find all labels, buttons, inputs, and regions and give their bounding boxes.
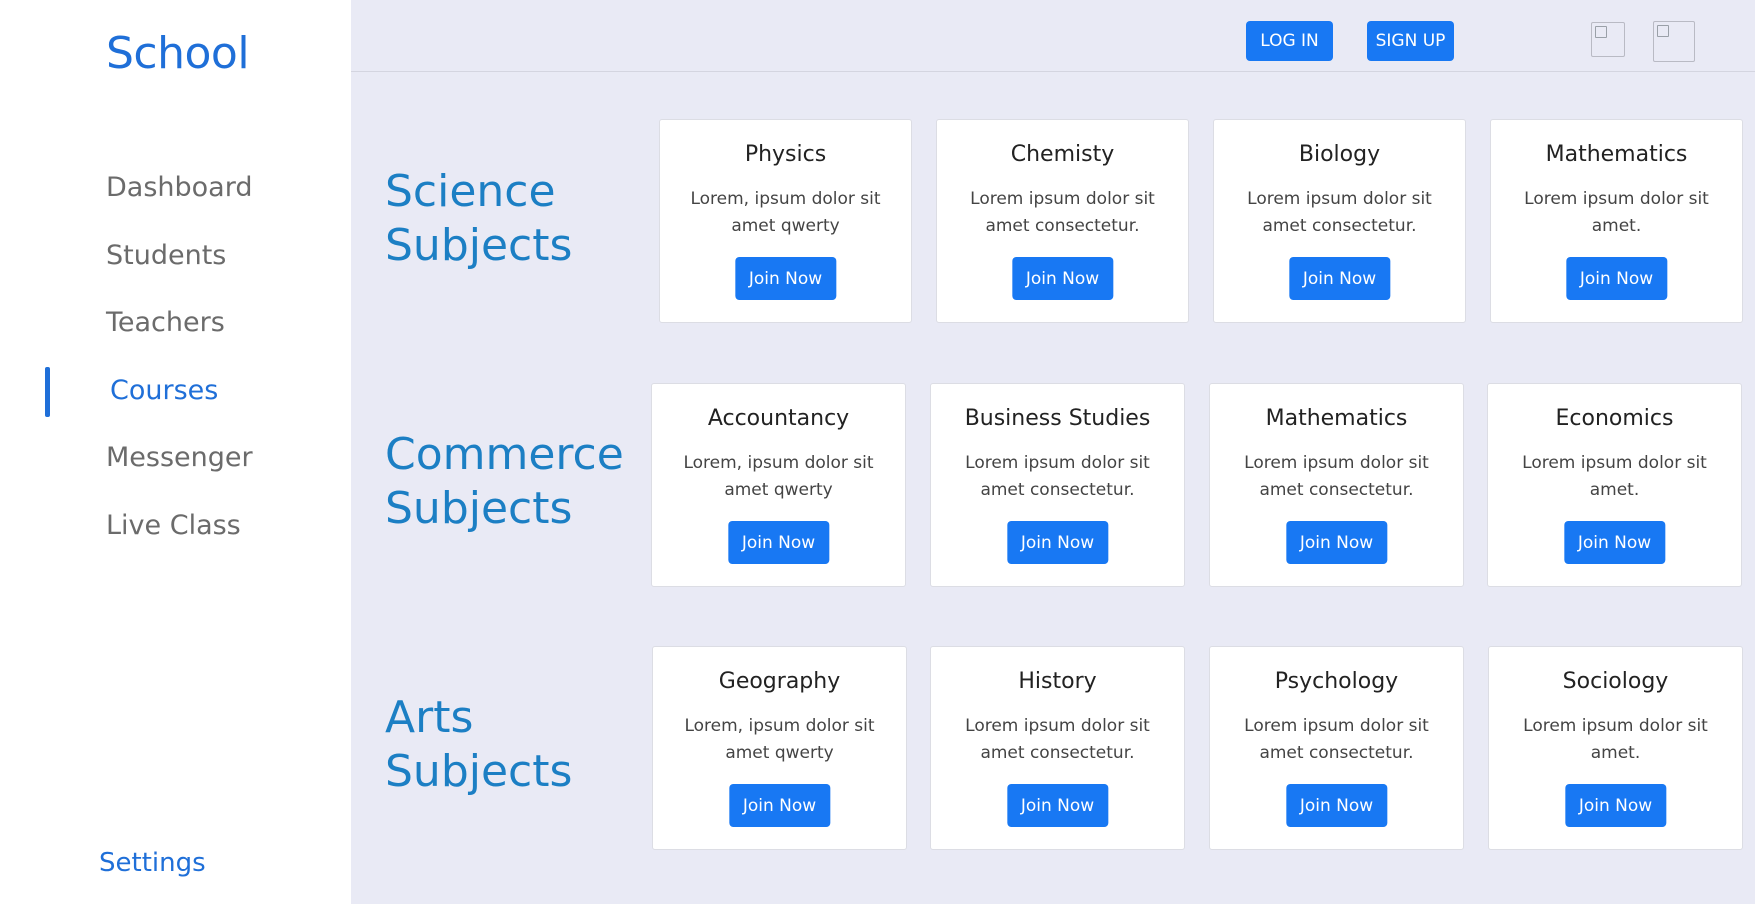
card-description: Lorem, ipsum dolor sit amet qwerty	[684, 186, 887, 240]
join-now-button[interactable]: Join Now	[1006, 784, 1109, 827]
card-description: Lorem ipsum dolor sit amet consectetur.	[955, 450, 1160, 504]
card-title: Chemisty	[1010, 142, 1115, 167]
card-title: Mathematics	[1545, 142, 1688, 167]
sidebar-item-courses[interactable]: Courses	[110, 375, 218, 406]
join-now-button[interactable]: Join Now	[727, 521, 830, 564]
card-description: Lorem ipsum dolor sit amet consectetur.	[1234, 713, 1439, 767]
card-desc-line: amet consectetur.	[980, 480, 1135, 500]
sidebar: School Dashboard Students Teachers Cours…	[0, 0, 351, 904]
join-now-button[interactable]: Join Now	[728, 784, 831, 827]
sidebar-item-messenger[interactable]: Messenger	[106, 442, 253, 473]
card-desc-line: amet consectetur.	[980, 743, 1135, 763]
card-title: Economics	[1555, 406, 1674, 431]
card-description: Lorem ipsum dolor sit amet consectetur.	[1234, 450, 1439, 504]
signup-button[interactable]: SIGN UP	[1367, 21, 1454, 61]
course-card: Biology Lorem ipsum dolor sit amet conse…	[1213, 119, 1466, 323]
section-title-line: Subjects	[385, 220, 573, 271]
section-title-line: Subjects	[385, 483, 573, 534]
section-title-line: Subjects	[385, 746, 573, 797]
card-desc-line: amet qwerty	[731, 216, 840, 236]
course-card: Mathematics Lorem ipsum dolor sit amet. …	[1490, 119, 1743, 323]
join-now-button[interactable]: Join Now	[1285, 784, 1388, 827]
card-title: Psychology	[1274, 669, 1399, 694]
join-now-button[interactable]: Join Now	[1288, 257, 1391, 300]
sidebar-item-live-class[interactable]: Live Class	[106, 510, 241, 541]
card-desc-line: amet qwerty	[724, 480, 833, 500]
course-card: Economics Lorem ipsum dolor sit amet. Jo…	[1487, 383, 1742, 587]
join-now-button[interactable]: Join Now	[1565, 257, 1668, 300]
section-title-line: Science	[385, 166, 556, 217]
card-desc-line: amet consectetur.	[985, 216, 1140, 236]
login-button[interactable]: LOG IN	[1246, 21, 1333, 61]
course-card: Chemisty Lorem ipsum dolor sit amet cons…	[936, 119, 1189, 323]
card-title: Business Studies	[964, 406, 1151, 431]
brand-logo[interactable]: School	[106, 28, 250, 79]
card-desc-line: amet consectetur.	[1262, 216, 1417, 236]
card-desc-line: Lorem ipsum dolor sit	[1522, 453, 1707, 473]
section-title-commerce: Commerce Subjects	[385, 428, 624, 536]
sidebar-item-teachers[interactable]: Teachers	[106, 307, 225, 338]
section-title-line: Commerce	[385, 429, 624, 480]
course-card: Business Studies Lorem ipsum dolor sit a…	[930, 383, 1185, 587]
card-description: Lorem ipsum dolor sit amet.	[1512, 450, 1717, 504]
card-desc-line: Lorem ipsum dolor sit	[1523, 716, 1708, 736]
section-title-line: Arts	[385, 692, 474, 743]
broken-image-icon[interactable]	[1653, 21, 1695, 62]
section-title-arts: Arts Subjects	[385, 691, 572, 799]
join-now-button[interactable]: Join Now	[734, 257, 837, 300]
card-desc-line: Lorem, ipsum dolor sit	[683, 453, 874, 473]
card-desc-line: Lorem ipsum dolor sit	[1247, 189, 1432, 209]
card-desc-line: Lorem ipsum dolor sit	[1524, 189, 1709, 209]
card-description: Lorem ipsum dolor sit amet.	[1515, 186, 1718, 240]
card-desc-line: Lorem ipsum dolor sit	[970, 189, 1155, 209]
card-desc-line: Lorem ipsum dolor sit	[965, 716, 1150, 736]
course-card: Mathematics Lorem ipsum dolor sit amet c…	[1209, 383, 1464, 587]
card-title: Sociology	[1562, 669, 1669, 694]
card-desc-line: Lorem ipsum dolor sit	[1244, 716, 1429, 736]
card-title: Accountancy	[707, 406, 850, 431]
card-description: Lorem ipsum dolor sit amet.	[1513, 713, 1718, 767]
course-card: Accountancy Lorem, ipsum dolor sit amet …	[651, 383, 906, 587]
active-indicator	[45, 367, 50, 417]
sidebar-item-students[interactable]: Students	[106, 240, 226, 271]
join-now-button[interactable]: Join Now	[1563, 521, 1666, 564]
join-now-button[interactable]: Join Now	[1285, 521, 1388, 564]
card-title: Mathematics	[1265, 406, 1408, 431]
join-now-button[interactable]: Join Now	[1006, 521, 1109, 564]
card-title: Geography	[718, 669, 841, 694]
broken-image-icon[interactable]	[1591, 22, 1625, 57]
card-desc-line: Lorem, ipsum dolor sit	[690, 189, 881, 209]
card-desc-line: amet qwerty	[725, 743, 834, 763]
settings-link[interactable]: Settings	[99, 848, 206, 878]
card-description: Lorem ipsum dolor sit amet consectetur.	[955, 713, 1160, 767]
card-desc-line: amet consectetur.	[1259, 743, 1414, 763]
card-desc-line: amet consectetur.	[1259, 480, 1414, 500]
card-desc-line: Lorem ipsum dolor sit	[965, 453, 1150, 473]
card-title: Physics	[744, 142, 827, 167]
course-card: Geography Lorem, ipsum dolor sit amet qw…	[652, 646, 907, 850]
join-now-button[interactable]: Join Now	[1564, 784, 1667, 827]
top-bar: LOG IN SIGN UP	[351, 0, 1755, 72]
course-card: History Lorem ipsum dolor sit amet conse…	[930, 646, 1185, 850]
card-desc-line: amet.	[1589, 480, 1640, 500]
card-description: Lorem ipsum dolor sit amet consectetur.	[1238, 186, 1441, 240]
card-title: Biology	[1298, 142, 1381, 167]
card-desc-line: amet.	[1590, 743, 1641, 763]
course-card: Psychology Lorem ipsum dolor sit amet co…	[1209, 646, 1464, 850]
card-desc-line: amet.	[1591, 216, 1642, 236]
card-description: Lorem, ipsum dolor sit amet qwerty	[677, 713, 882, 767]
course-card: Sociology Lorem ipsum dolor sit amet. Jo…	[1488, 646, 1743, 850]
card-title: History	[1018, 669, 1097, 694]
card-description: Lorem ipsum dolor sit amet consectetur.	[961, 186, 1164, 240]
card-description: Lorem, ipsum dolor sit amet qwerty	[676, 450, 881, 504]
card-desc-line: Lorem ipsum dolor sit	[1244, 453, 1429, 473]
card-desc-line: Lorem, ipsum dolor sit	[684, 716, 875, 736]
sidebar-item-dashboard[interactable]: Dashboard	[106, 172, 252, 203]
section-title-science: Science Subjects	[385, 165, 572, 273]
join-now-button[interactable]: Join Now	[1011, 257, 1114, 300]
course-card: Physics Lorem, ipsum dolor sit amet qwer…	[659, 119, 912, 323]
